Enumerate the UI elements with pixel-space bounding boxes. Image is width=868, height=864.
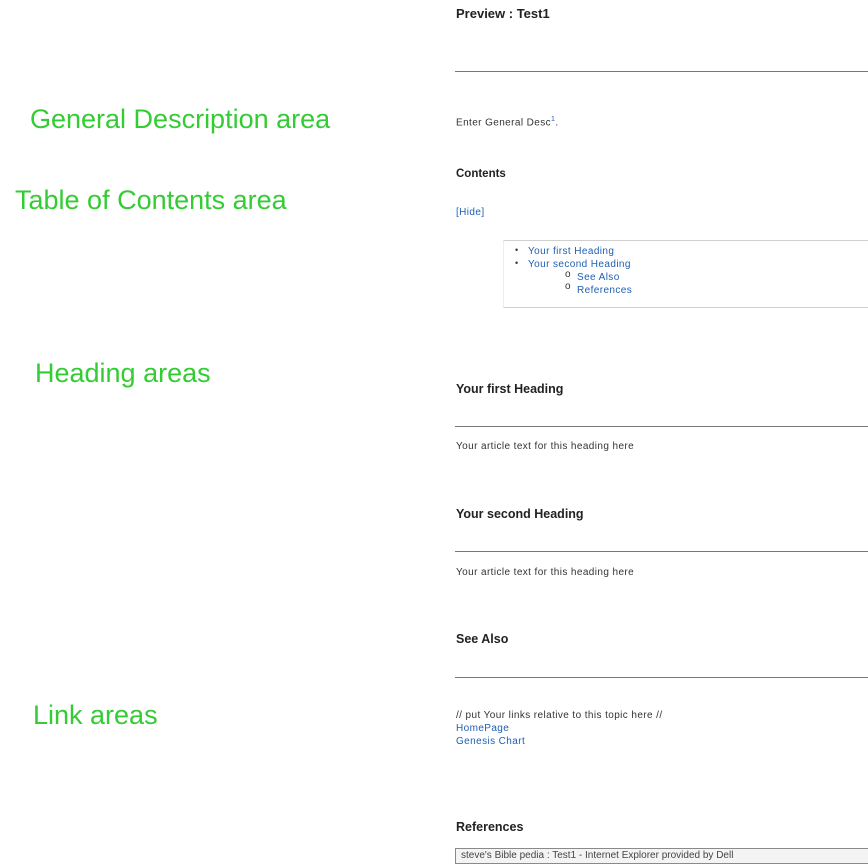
section-divider [455,551,868,552]
toc-item-second-heading[interactable]: Your second Heading [528,259,631,270]
link-homepage[interactable]: HomePage [456,723,509,734]
general-description-period: . [555,117,559,129]
section-heading-second: Your second Heading [456,507,584,521]
annotation-heading-areas: Heading areas [35,358,211,388]
title-divider [455,71,868,72]
annotation-table-of-contents: Table of Contents area [15,185,287,215]
see-also-note: // put Your links relative to this topic… [456,710,663,721]
page-title: Preview : Test1 [456,6,550,21]
circle-bullet-icon: o [565,281,571,292]
general-description: Enter General Desc1. [456,116,559,128]
section-heading-first: Your first Heading [456,382,564,396]
general-description-text: Enter General Desc [456,117,552,129]
section-divider [455,426,868,427]
toc-item-references[interactable]: References [577,285,632,296]
toc-item-see-also[interactable]: See Also [577,272,620,283]
bullet-icon: • [515,245,519,255]
section-text-first: Your article text for this heading here [456,441,635,452]
circle-bullet-icon: o [565,269,571,280]
section-divider [455,677,868,678]
toc-item-first-heading[interactable]: Your first Heading [528,246,614,257]
preview-pane: Preview : Test1 Enter General Desc1. Con… [455,0,868,863]
bullet-icon: • [515,258,519,268]
section-text-second: Your article text for this heading here [456,567,635,578]
contents-title: Contents [456,168,506,180]
window-taskbar-button[interactable]: steve's Bible pedia : Test1 - Internet E… [455,848,868,864]
annotation-general-description: General Description area [30,104,331,134]
link-genesis-chart[interactable]: Genesis Chart [456,736,525,747]
toc-hide-link[interactable]: [Hide] [456,207,485,218]
references-heading: References [456,820,524,834]
see-also-heading: See Also [456,632,509,646]
annotation-link-areas: Link areas [33,700,158,730]
